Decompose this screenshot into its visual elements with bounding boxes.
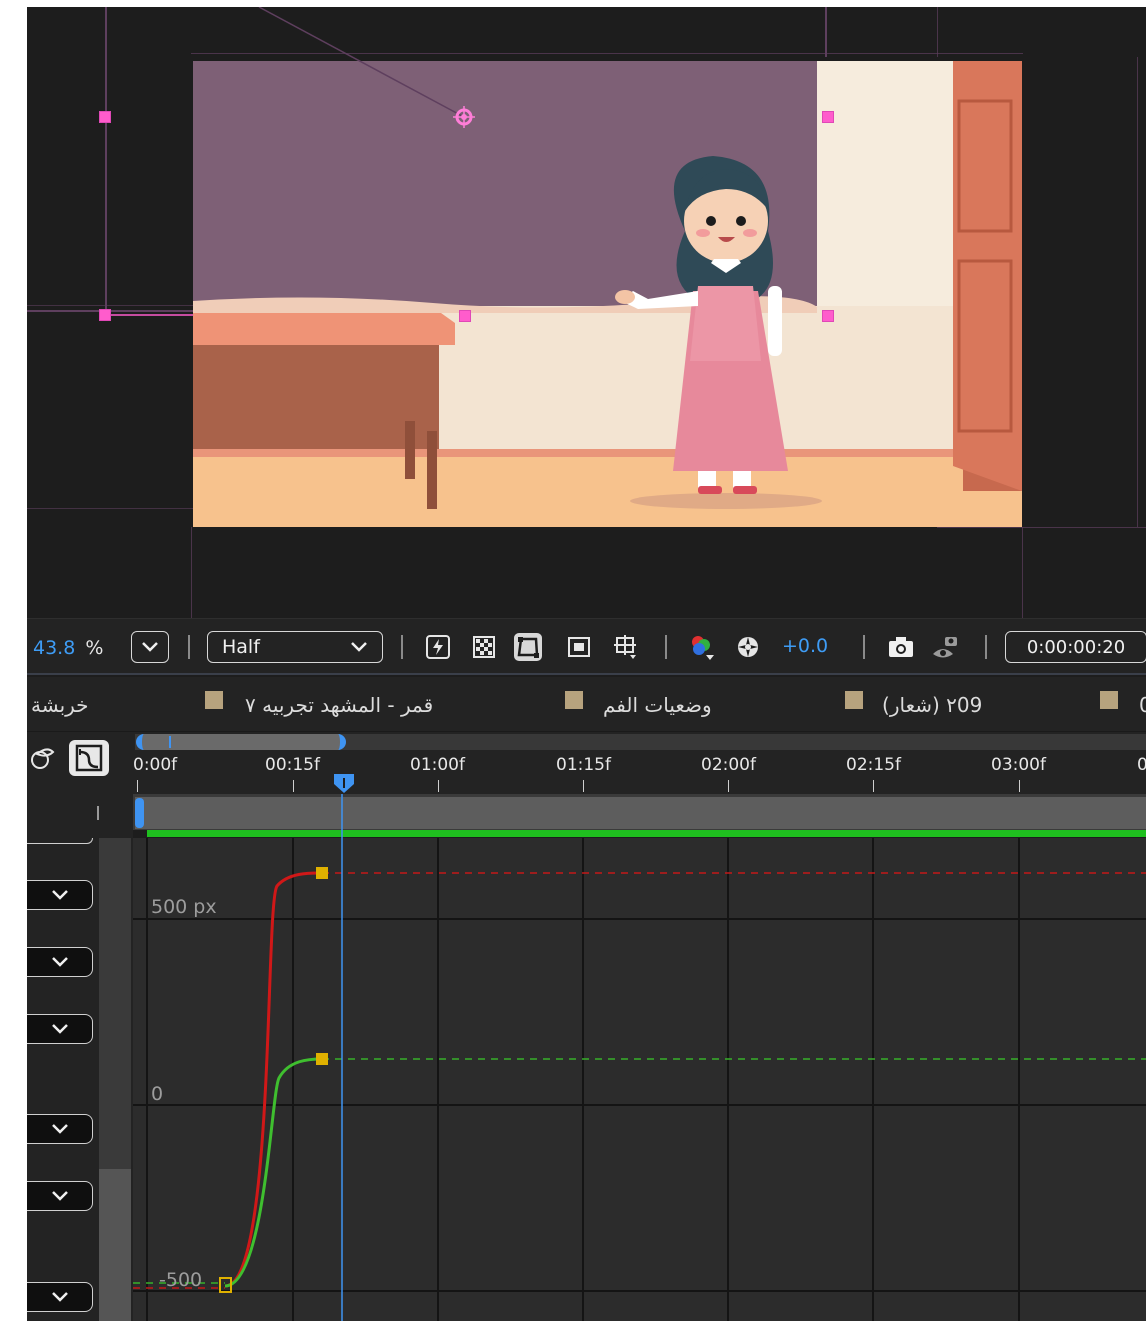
camera-icon[interactable] <box>887 633 915 661</box>
grid-guides-icon[interactable] <box>612 633 640 661</box>
transform-handle[interactable] <box>99 111 111 123</box>
fast-previews-icon[interactable] <box>424 633 452 661</box>
chevron-down-icon <box>51 1187 69 1206</box>
toolbar-divider <box>665 635 667 659</box>
property-dropdown-button[interactable] <box>27 880 93 910</box>
tab-comp-3[interactable]: وضعيات الفم <box>603 677 712 732</box>
mask-visibility-icon[interactable] <box>514 633 542 661</box>
tab-label: (شعار) ٢09 <box>882 692 983 717</box>
property-dropdown-button[interactable] <box>27 947 93 977</box>
transparency-grid-icon[interactable] <box>470 633 498 661</box>
label-color-swatch[interactable] <box>845 691 863 709</box>
graph-axis-label: 0 <box>151 1083 164 1105</box>
ruler-tick <box>293 780 294 792</box>
magnification-readout[interactable]: 43.8 % <box>33 619 103 676</box>
graph-editor[interactable]: 500 px 0 -500 <box>27 794 1146 1321</box>
chevron-down-icon <box>51 1020 69 1039</box>
transform-handle[interactable] <box>822 310 834 322</box>
playhead-icon[interactable] <box>333 774 355 794</box>
ruler-tick <box>1019 780 1020 792</box>
exposure-value[interactable]: +0.0 <box>782 635 828 657</box>
tab-comp-4[interactable]: (شعار) ٢09 <box>882 677 982 732</box>
graph-axis-label: 500 px <box>151 896 217 918</box>
transform-handle[interactable] <box>822 111 834 123</box>
layer-transform-overlay <box>105 7 465 316</box>
ruler-tick <box>873 780 874 792</box>
graph-axis-label: -500 <box>159 1269 203 1291</box>
navigator-time-marker <box>169 736 171 748</box>
anchor-point-icon[interactable] <box>453 106 475 128</box>
current-time-display[interactable]: 0:00:00:20 <box>1005 631 1146 663</box>
ruler-label: 02:15f <box>846 755 901 775</box>
tab-label: وضعيات الفم <box>603 692 712 717</box>
label-color-swatch[interactable] <box>1100 691 1118 709</box>
property-dropdown-button[interactable] <box>27 1014 93 1044</box>
composition-viewer[interactable] <box>27 7 1146 618</box>
ruler-label: 01:00f <box>410 755 465 775</box>
time-navigator-thumb[interactable] <box>136 734 346 750</box>
region-of-interest-icon[interactable] <box>565 633 593 661</box>
timeline-switches <box>27 732 133 794</box>
ruler-label: 03:00f <box>991 755 1046 775</box>
chevron-down-icon <box>350 636 368 658</box>
tab-label: 0 <box>1139 692 1146 717</box>
chevron-down-icon <box>51 1120 69 1139</box>
time-navigator[interactable] <box>135 734 1146 750</box>
ruler-label: 01:15f <box>556 755 611 775</box>
toolbar-divider <box>863 635 865 659</box>
show-snapshot-icon[interactable] <box>931 633 959 661</box>
color-channels-icon[interactable] <box>688 633 716 661</box>
ruler-label: 02:00f <box>701 755 756 775</box>
viewer-toolbar: 43.8 % Half +0.0 0:00:00:20 <box>27 618 1146 675</box>
label-color-swatch[interactable] <box>565 691 583 709</box>
ruler-label: 00:15f <box>265 755 320 775</box>
property-dropdown-button[interactable] <box>27 1282 93 1312</box>
resolution-value: Half <box>222 636 260 658</box>
ruler-tick <box>438 780 439 792</box>
property-dropdown-edge <box>27 838 93 844</box>
tab-label: قمر - المشهد تجربيه ٧ <box>245 692 434 717</box>
after-effects-window: 43.8 % Half +0.0 0:00:00:20 خربشة قمر - … <box>27 7 1146 1321</box>
zoom-unit: % <box>85 636 104 659</box>
toolbar-divider <box>401 635 403 659</box>
time-ruler[interactable]: 0:00f 00:15f 01:00f 01:15f 02:00f 02:15f… <box>133 732 1146 794</box>
chevron-down-icon <box>51 953 69 972</box>
graph-editor-canvas[interactable] <box>27 794 1146 1321</box>
graph-editor-icon[interactable] <box>69 740 109 776</box>
tab-label: خربشة <box>31 692 89 717</box>
chevron-down-icon <box>51 1288 69 1307</box>
timeline-header: 0:00f 00:15f 01:00f 01:15f 02:00f 02:15f… <box>27 732 1146 794</box>
transform-handle[interactable] <box>99 309 111 321</box>
ruler-tick <box>137 780 138 792</box>
exposure-reset-icon[interactable] <box>734 633 762 661</box>
toolbar-divider <box>985 635 987 659</box>
zoom-value[interactable]: 43.8 <box>33 637 75 659</box>
zoom-dropdown-button[interactable] <box>131 631 169 663</box>
tab-comp-5[interactable]: 0 <box>1139 677 1146 732</box>
ruler-tick <box>728 780 729 792</box>
chevron-down-icon <box>141 638 159 657</box>
chevron-down-icon <box>51 886 69 905</box>
ruler-tick <box>583 780 584 792</box>
transform-handle[interactable] <box>459 310 471 322</box>
property-dropdown-button[interactable] <box>27 1114 93 1144</box>
ruler-label: 0:00f <box>133 755 178 775</box>
tab-comp-1[interactable]: خربشة <box>31 677 89 732</box>
label-color-swatch[interactable] <box>205 691 223 709</box>
composition-tabs: خربشة قمر - المشهد تجربيه ٧ وضعيات الفم … <box>27 677 1146 732</box>
property-dropdown-button[interactable] <box>27 1181 93 1211</box>
resolution-select[interactable]: Half <box>207 631 383 663</box>
tab-comp-2[interactable]: قمر - المشهد تجربيه ٧ <box>245 677 433 732</box>
draft-3d-icon[interactable] <box>29 744 57 772</box>
ruler-label: 0 <box>1137 755 1146 775</box>
toolbar-divider <box>188 635 190 659</box>
